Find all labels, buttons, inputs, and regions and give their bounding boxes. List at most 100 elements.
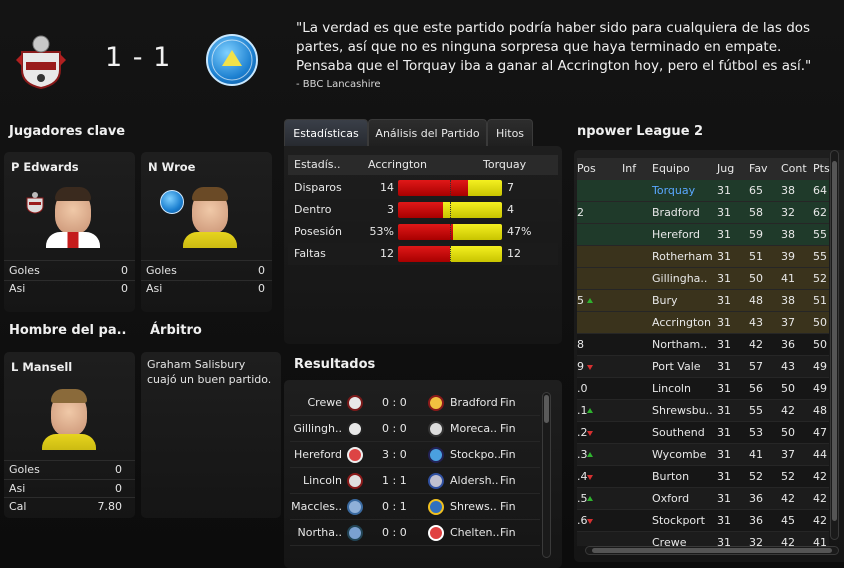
league-team[interactable]: Crewe <box>652 532 687 546</box>
league-points: 52 <box>813 272 827 285</box>
position-down-arrow-icon <box>587 519 593 524</box>
league-row[interactable]: Torquay 31 65 38 64 <box>577 180 829 202</box>
league-pos: .1 <box>577 404 588 417</box>
league-team[interactable]: Burton <box>652 466 689 488</box>
league-pos: .4 <box>577 470 588 483</box>
league-team[interactable]: Port Vale <box>652 356 701 378</box>
league-points: 51 <box>813 294 827 307</box>
league-played: 31 <box>717 294 731 307</box>
position-down-arrow-icon <box>587 431 593 436</box>
position-down-arrow-icon <box>587 475 593 480</box>
league-row[interactable]: Accrington 31 43 37 50 <box>577 312 829 334</box>
league-row[interactable]: 5 Bury 31 48 38 51 <box>577 290 829 312</box>
league-played: 31 <box>717 404 731 417</box>
league-row[interactable]: .5 Oxford 31 36 42 42 <box>577 488 829 510</box>
league-row[interactable]: Rotherham 31 51 39 55 <box>577 246 829 268</box>
league-team[interactable]: Accrington <box>652 312 711 334</box>
position-up-arrow-icon <box>587 496 593 501</box>
league-against: 50 <box>781 382 795 395</box>
league-against: 41 <box>781 272 795 285</box>
league-points: 44 <box>813 448 827 461</box>
league-for: 36 <box>749 492 763 505</box>
league-for: 48 <box>749 294 763 307</box>
league-against: 37 <box>781 448 795 461</box>
league-against: 36 <box>781 338 795 351</box>
league-for: 56 <box>749 382 763 395</box>
league-played: 31 <box>717 250 731 263</box>
league-row[interactable]: .1 Shrewsbu.. 31 55 42 48 <box>577 400 829 422</box>
league-team[interactable]: Torquay <box>652 180 695 202</box>
league-team[interactable]: Lincoln <box>652 378 691 400</box>
league-team[interactable]: Wycombe <box>652 444 706 466</box>
league-team[interactable]: Rotherham <box>652 246 713 268</box>
league-row[interactable]: 9 Port Vale 31 57 43 49 <box>577 356 829 378</box>
league-for: 41 <box>749 448 763 461</box>
league-row[interactable]: Crewe 31 32 42 41 <box>577 532 829 546</box>
league-team[interactable]: Bradford <box>652 202 700 224</box>
league-pos: .0 <box>577 382 588 395</box>
league-played: 31 <box>717 228 731 241</box>
league-played: 31 <box>717 492 731 505</box>
position-up-arrow-icon <box>587 408 593 413</box>
league-row[interactable]: Gillingha.. 31 50 41 52 <box>577 268 829 290</box>
position-up-arrow-icon <box>587 452 593 457</box>
league-played: 31 <box>717 470 731 483</box>
league-against: 42 <box>781 492 795 505</box>
league-team[interactable]: Shrewsbu.. <box>652 400 713 422</box>
league-points: 50 <box>813 316 827 329</box>
league-for: 53 <box>749 426 763 439</box>
league-row[interactable]: 8 Northam.. 31 42 36 50 <box>577 334 829 356</box>
league-against: 38 <box>781 294 795 307</box>
league-row[interactable]: .6 Stockport 31 36 45 42 <box>577 510 829 532</box>
league-pos: .2 <box>577 426 588 439</box>
league-played: 31 <box>717 184 731 197</box>
league-for: 36 <box>749 514 763 527</box>
league-against: 42 <box>781 404 795 417</box>
league-pos: .3 <box>577 448 588 461</box>
league-for: 58 <box>749 206 763 219</box>
league-for: 52 <box>749 470 763 483</box>
league-played: 31 <box>717 360 731 373</box>
league-horizontal-scrollbar[interactable] <box>585 546 839 555</box>
league-played: 31 <box>717 536 731 546</box>
league-points: 41 <box>813 536 827 546</box>
league-team[interactable]: Stockport <box>652 510 705 532</box>
league-pos: .5 <box>577 492 588 505</box>
match-summary-screen: 1 - 1 "La verdad es que este partido pod… <box>0 0 844 568</box>
league-team[interactable]: Northam.. <box>652 334 707 356</box>
league-played: 31 <box>717 272 731 285</box>
league-played: 31 <box>717 338 731 351</box>
league-team[interactable]: Southend <box>652 422 705 444</box>
league-team[interactable]: Bury <box>652 290 678 312</box>
league-row[interactable]: .3 Wycombe 31 41 37 44 <box>577 444 829 466</box>
league-points: 49 <box>813 360 827 373</box>
league-points: 48 <box>813 404 827 417</box>
league-against: 42 <box>781 536 795 546</box>
league-row[interactable]: 2 Bradford 31 58 32 62 <box>577 202 829 224</box>
league-row[interactable]: .0 Lincoln 31 56 50 49 <box>577 378 829 400</box>
league-row[interactable]: .4 Burton 31 52 52 42 <box>577 466 829 488</box>
league-points: 62 <box>813 206 827 219</box>
league-against: 50 <box>781 426 795 439</box>
league-played: 31 <box>717 316 731 329</box>
league-played: 31 <box>717 382 731 395</box>
league-team[interactable]: Hereford <box>652 224 700 246</box>
position-up-arrow-icon <box>587 298 593 303</box>
league-for: 51 <box>749 250 763 263</box>
league-team[interactable]: Oxford <box>652 488 689 510</box>
league-vertical-scrollbar[interactable] <box>830 150 839 540</box>
league-pos: .6 <box>577 514 588 527</box>
league-pos: 2 <box>577 206 584 219</box>
league-for: 42 <box>749 338 763 351</box>
league-played: 31 <box>717 514 731 527</box>
league-pos: 9 <box>577 360 584 373</box>
league-team[interactable]: Gillingha.. <box>652 268 707 290</box>
league-points: 47 <box>813 426 827 439</box>
league-played: 31 <box>717 206 731 219</box>
league-row[interactable]: .2 Southend 31 53 50 47 <box>577 422 829 444</box>
league-row[interactable]: Hereford 31 59 38 55 <box>577 224 829 246</box>
league-for: 43 <box>749 316 763 329</box>
league-points: 42 <box>813 470 827 483</box>
league-points: 64 <box>813 184 827 197</box>
league-pos: 5 <box>577 294 584 307</box>
